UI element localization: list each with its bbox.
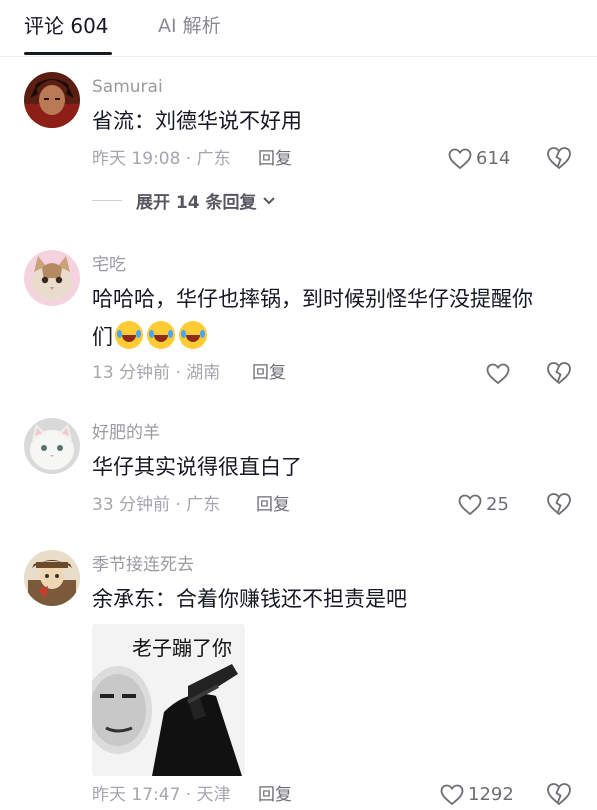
like-button[interactable] [486,362,510,386]
laughing-crying-emoji-icon [179,321,207,349]
like-button[interactable]: 614 [448,147,510,171]
avatar[interactable] [24,250,80,306]
comment-text: 华仔其实说得很直白了 [92,455,302,479]
comment-meta: 昨天 19:08 · 广东 [92,149,231,169]
dislike-button[interactable] [546,361,572,387]
tab-comments[interactable]: 评论 604 [24,12,109,40]
expand-divider [92,200,122,201]
heart-outline-icon [440,784,464,806]
like-button[interactable]: 1292 [440,783,514,807]
heart-outline-icon [448,148,472,170]
like-count: 25 [486,494,509,515]
tab-ai-analysis[interactable]: AI 解析 [158,12,221,40]
reply-button[interactable]: 回复 [258,148,292,170]
reply-button[interactable]: 回复 [256,494,290,516]
dislike-button[interactable] [546,492,572,518]
broken-heart-icon [547,362,571,385]
broken-heart-icon [547,147,571,170]
dislike-button[interactable] [546,146,572,172]
comment-text: 哈哈哈，华仔也摔锅，到时候别怪华仔没提醒你 们 [92,280,572,356]
comment-text: 省流：刘德华说不好用 [92,109,302,133]
comment-username[interactable]: 宅吃 [92,254,126,276]
chevron-down-icon [262,196,275,204]
broken-heart-icon [547,493,571,516]
laughing-crying-emoji-icon [115,321,143,349]
heart-outline-icon [458,494,482,516]
comment-text-tail: 们 [92,325,113,349]
like-count: 614 [476,148,511,169]
dislike-button[interactable] [546,782,572,808]
expand-label: 展开 14 条回复 [136,193,257,213]
like-button[interactable]: 25 [458,493,509,517]
heart-outline-icon [486,363,510,385]
active-tab-indicator [24,52,112,55]
comment-username[interactable]: 好肥的羊 [92,422,160,444]
comment-meta: 13 分钟前 · 湖南 [92,363,221,383]
comment-meta: 昨天 17:47 · 天津 [92,785,231,805]
like-count: 1292 [468,784,514,805]
expand-replies-button[interactable]: 展开 14 条回复 [92,188,275,213]
avatar[interactable] [24,418,80,474]
comment-text-line: 哈哈哈，华仔也摔锅，到时候别怪华仔没提醒你 [92,287,533,311]
broken-heart-icon [547,783,571,806]
comment-meta: 33 分钟前 · 广东 [92,495,221,515]
comment-username[interactable]: 季节接连死去 [92,554,194,576]
comment-text: 余承东：合着你赚钱还不担责是吧 [92,587,407,611]
avatar[interactable] [24,550,80,606]
reply-button[interactable]: 回复 [258,784,292,806]
comment-text-line: 们 [92,318,572,356]
avatar[interactable] [24,72,80,128]
laughing-crying-emoji-icon [147,321,175,349]
reply-button[interactable]: 回复 [252,362,286,384]
meme-image[interactable]: 老子蹦了你 [92,624,245,776]
comment-username[interactable]: Samurai [92,76,163,98]
comment-tabs: 评论 604 AI 解析 [0,0,597,57]
meme-caption: 老子蹦了你 [132,636,232,660]
